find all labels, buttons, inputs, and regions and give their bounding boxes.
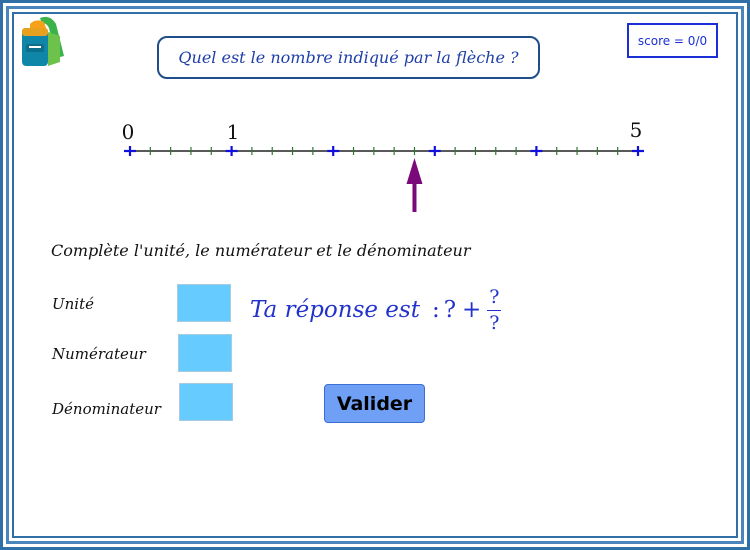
validate-button[interactable]: Valider (324, 384, 425, 423)
denominator-label: Dénominateur (52, 400, 161, 418)
pointer-arrow (406, 158, 423, 212)
number-label-1: 1 (227, 120, 240, 144)
answer-expression: Ta réponse est : ? + ? ? (250, 280, 502, 340)
numerator-label: Numérateur (52, 345, 146, 363)
fraction-bar (487, 309, 502, 311)
answer-colon: : (431, 297, 440, 323)
answer-denominator: ? (489, 311, 500, 334)
number-label-5: 5 (630, 118, 643, 142)
denominator-input[interactable] (179, 383, 233, 421)
unit-input[interactable] (177, 284, 231, 322)
number-label-0: 0 (122, 120, 135, 144)
answer-numerator: ? (489, 285, 500, 308)
instruction-text: Complète l'unité, le numérateur et le dé… (51, 241, 471, 260)
number-line: 0 1 5 (122, 118, 644, 212)
answer-whole: ? (443, 297, 457, 323)
numerator-input[interactable] (178, 334, 232, 372)
answer-plus: + (462, 297, 482, 323)
unit-label: Unité (52, 295, 95, 313)
answer-fraction: ? ? (487, 285, 502, 334)
arrow-head (406, 158, 423, 184)
answer-prefix: Ta réponse est (250, 297, 420, 323)
